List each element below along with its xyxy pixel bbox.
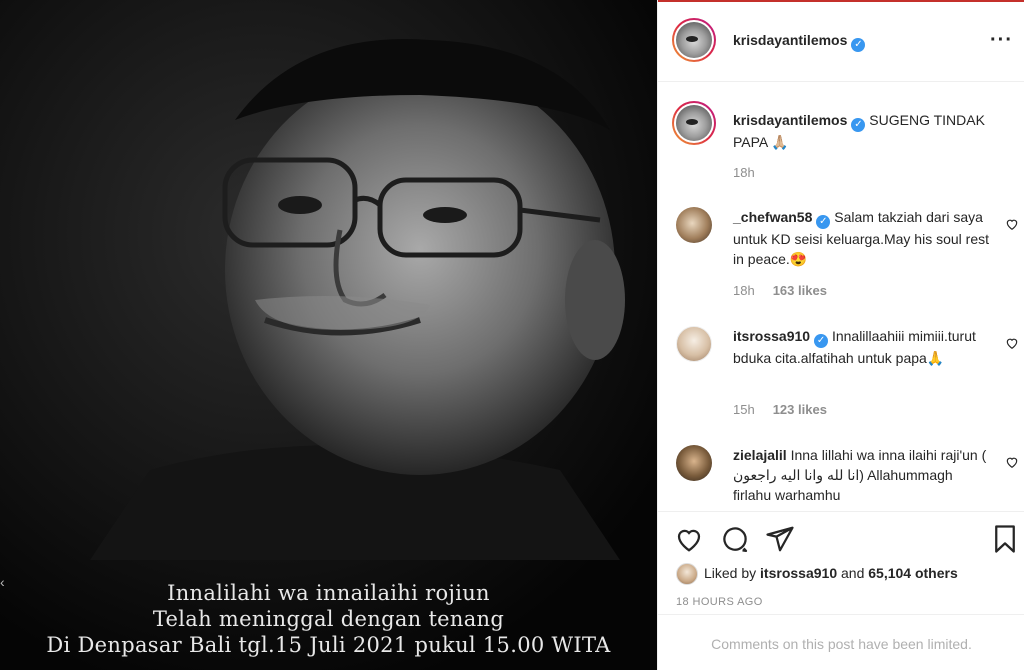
author-avatar[interactable]: [672, 18, 716, 62]
author-username[interactable]: krisdayantilemos: [733, 32, 847, 48]
post-actions: Liked by itsrossa910 and 65,104 others 1…: [658, 511, 1024, 670]
like-comment-heart-icon[interactable]: [1005, 217, 1019, 231]
image-text-line-1: Innalilahi wa innailaihi rojiun: [167, 581, 490, 605]
comment-username[interactable]: itsrossa910: [733, 328, 810, 344]
comment-time[interactable]: 18h: [733, 283, 755, 298]
caption-time[interactable]: 18h: [733, 165, 755, 180]
save-bookmark-icon[interactable]: [990, 524, 1020, 554]
image-text-line-3: Di Denpasar Bali tgl.15 Juli 2021 pukul …: [46, 633, 611, 657]
commenter-avatar[interactable]: [676, 326, 712, 362]
like-comment-heart-icon[interactable]: [1005, 455, 1019, 469]
post-image[interactable]: ‹ Innalilahi wa innailaihi rojiun Telah …: [0, 0, 657, 670]
like-comment-heart-icon[interactable]: [1005, 336, 1019, 350]
comment-username[interactable]: _chefwan58: [733, 209, 812, 225]
post-header: krisdayantilemos ✓ ···: [658, 2, 1024, 82]
verified-badge-icon: ✓: [851, 118, 866, 132]
portrait-photo: [0, 0, 657, 670]
image-text-line-2: Telah meninggal dengan tenang: [152, 607, 505, 631]
caption-text-block: krisdayantilemos ✓ SUGENG TINDAK PAPA 🙏🏼: [733, 110, 993, 152]
liked-by-count[interactable]: 65,104 others: [868, 565, 958, 581]
post-timestamp[interactable]: 18 HOURS AGO: [676, 596, 763, 608]
verified-badge-icon: ✓: [851, 38, 866, 52]
caption-username[interactable]: krisdayantilemos: [733, 112, 847, 128]
comment-username[interactable]: zielajalil: [733, 447, 787, 463]
verified-badge-icon: ✓: [816, 215, 831, 229]
avatar-image: [676, 22, 712, 58]
liker-avatar[interactable]: [676, 563, 698, 585]
commenter-avatar[interactable]: [676, 207, 712, 243]
comment-likes[interactable]: 123 likes: [773, 402, 827, 417]
liked-by-prefix: Liked by: [704, 565, 757, 581]
comment-bubble-icon[interactable]: [720, 524, 750, 554]
comment-text-block: _chefwan58 ✓ Salam takziah dari saya untu…: [733, 207, 993, 269]
caption-avatar[interactable]: [672, 101, 716, 145]
liked-by-user[interactable]: itsrossa910: [760, 565, 837, 581]
comments-list[interactable]: krisdayantilemos ✓ SUGENG TINDAK PAPA 🙏🏼 …: [658, 83, 1024, 511]
comment-text-block: itsrossa910 ✓ Innalillaahiii mimiii.turut…: [733, 326, 993, 368]
liked-by-and: and: [841, 565, 865, 581]
comment-meta: 15h 123 likes: [733, 402, 827, 417]
commenter-avatar[interactable]: [676, 445, 712, 481]
like-heart-icon[interactable]: [674, 524, 704, 554]
share-paper-plane-icon[interactable]: [765, 524, 795, 554]
comment-likes[interactable]: 163 likes: [773, 283, 827, 298]
comment-meta: 18h 163 likes: [733, 283, 827, 298]
more-options-icon[interactable]: ···: [990, 30, 1013, 50]
comments-limited-notice: Comments on this post have been limited.: [658, 614, 1024, 670]
post-side-panel: krisdayantilemos ✓ ··· krisdayantilemos ✓ …: [657, 0, 1024, 670]
comment-text-block: zielajalil Inna lillahi wa inna ilaihi r…: [733, 445, 993, 505]
comment-time[interactable]: 15h: [733, 402, 755, 417]
verified-badge-icon: ✓: [814, 334, 829, 348]
likes-text: Liked by itsrossa910 and 65,104 others: [704, 565, 958, 581]
avatar-image: [676, 105, 712, 141]
